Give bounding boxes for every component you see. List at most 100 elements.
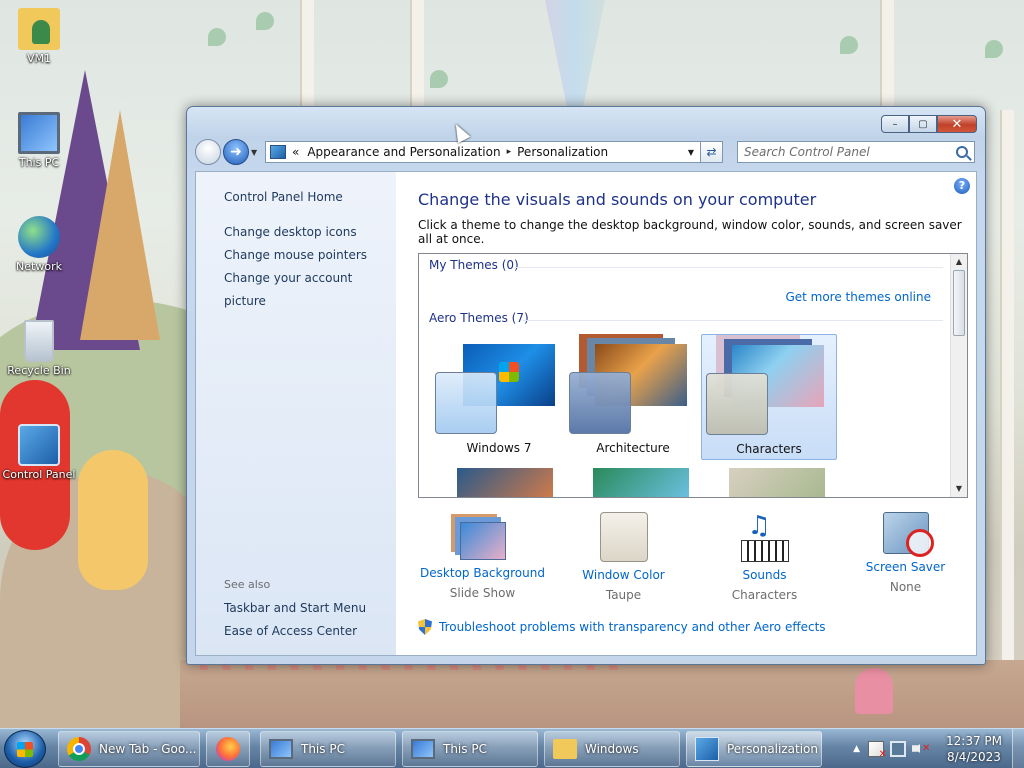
maximize-button[interactable]: ▢ — [909, 115, 937, 133]
wallpaper-mountain — [80, 110, 160, 340]
page-title: Change the visuals and sounds on your co… — [418, 190, 817, 209]
theme-characters[interactable]: Characters — [701, 334, 837, 460]
troubleshoot-link-text[interactable]: Troubleshoot problems with transparency … — [439, 620, 826, 634]
screen-saver-value: None — [889, 580, 922, 594]
taskbar-and-start-menu-link[interactable]: Taskbar and Start Menu — [196, 597, 366, 620]
theme-thumbnail-partial[interactable] — [729, 468, 825, 497]
minimize-button[interactable]: – — [881, 115, 909, 133]
wallpaper-tree — [1000, 110, 1014, 670]
desktop-background-link[interactable]: Desktop Background — [412, 566, 553, 580]
show-hidden-icons-button[interactable]: ▲ — [853, 744, 860, 754]
taskbar-button-personalization[interactable]: Personalization — [686, 730, 822, 767]
forward-button[interactable]: ➜ — [223, 139, 249, 165]
search-icon[interactable] — [956, 146, 968, 158]
help-icon[interactable]: ? — [954, 178, 970, 194]
desktop-icon-recycle-bin[interactable]: Recycle Bin — [1, 320, 77, 377]
desktop-icon-label: VM1 — [26, 52, 51, 65]
task-pane: Control Panel Home Change desktop icons … — [196, 172, 396, 655]
desktop-icon-network[interactable]: Network — [1, 216, 77, 273]
theme-architecture[interactable]: Architecture — [565, 334, 701, 460]
show-desktop-button[interactable] — [1012, 728, 1024, 768]
taskbar-button-windows-folder[interactable]: Windows — [544, 730, 680, 767]
theme-settings-row: Desktop Background Slide Show Window Col… — [412, 511, 976, 602]
start-button[interactable] — [4, 729, 46, 768]
breadcrumb-separator[interactable]: ▸ — [507, 147, 512, 157]
address-dropdown-icon[interactable]: ▼ — [688, 148, 694, 157]
computer-icon — [18, 112, 60, 154]
search-placeholder: Search Control Panel — [744, 145, 870, 159]
group-divider — [523, 320, 943, 321]
aero-themes-group-label: Aero Themes (7) — [429, 311, 529, 325]
recent-pages-dropdown[interactable]: ▼ — [251, 148, 261, 157]
see-also-links: Taskbar and Start Menu Ease of Access Ce… — [196, 597, 366, 643]
window-color-value: Taupe — [605, 588, 642, 602]
theme-color-swatch — [435, 372, 497, 434]
troubleshoot-aero-link[interactable]: Troubleshoot problems with transparency … — [418, 619, 976, 635]
volume-muted-icon[interactable]: ✕ — [912, 740, 931, 757]
wallpaper-leaf — [430, 70, 448, 88]
window-controls: – ▢ ✕ — [881, 115, 977, 133]
network-status-icon[interactable] — [890, 740, 906, 757]
scroll-up-arrow-icon[interactable]: ▲ — [951, 254, 967, 270]
back-button[interactable] — [195, 139, 221, 165]
ease-of-access-center-link[interactable]: Ease of Access Center — [196, 620, 366, 643]
breadcrumb-overflow[interactable]: « — [292, 145, 299, 159]
refresh-button[interactable]: ⇄ — [701, 141, 723, 163]
theme-list-scrollbar[interactable]: ▲ ▼ — [950, 254, 967, 497]
wallpaper-leaf — [840, 36, 858, 54]
breadcrumb-personalization[interactable]: Personalization — [517, 145, 608, 159]
action-center-icon[interactable] — [868, 740, 887, 760]
shield-icon — [418, 619, 432, 635]
my-themes-group-label: My Themes (0) — [429, 258, 519, 272]
breadcrumb-appearance-and-personalization[interactable]: Appearance and Personalization — [307, 145, 500, 159]
change-desktop-icons-link[interactable]: Change desktop icons — [196, 221, 396, 244]
window-color-setting[interactable]: Window Color Taupe — [553, 512, 694, 602]
computer-icon — [269, 738, 293, 759]
get-more-themes-link[interactable]: Get more themes online — [785, 290, 931, 304]
theme-windows-7[interactable]: Windows 7 — [431, 334, 567, 460]
folder-icon — [553, 738, 577, 759]
desktop-icon-this-pc[interactable]: This PC — [1, 112, 77, 169]
control-panel-home-link[interactable]: Control Panel Home — [196, 186, 396, 209]
taskbar-button-this-pc-2[interactable]: This PC — [402, 730, 538, 767]
sounds-setting[interactable]: Sounds Characters — [694, 511, 835, 602]
scrollbar-thumb[interactable] — [953, 270, 965, 336]
screen-saver-setting[interactable]: Screen Saver None — [835, 512, 976, 602]
desktop-background-setting[interactable]: Desktop Background Slide Show — [412, 512, 553, 602]
change-mouse-pointers-link[interactable]: Change mouse pointers — [196, 244, 396, 267]
screen-saver-icon — [882, 512, 934, 557]
theme-list[interactable]: My Themes (0) Get more themes online Aer… — [418, 253, 968, 498]
desktop-icon-vm1[interactable]: VM1 — [1, 8, 77, 65]
scroll-down-arrow-icon[interactable]: ▼ — [951, 481, 967, 497]
taskbar-button-this-pc[interactable]: This PC — [260, 730, 396, 767]
change-account-picture-link[interactable]: Change your account picture — [196, 267, 396, 313]
theme-thumbnail-partial[interactable] — [457, 468, 553, 497]
desktop-icon-label: Control Panel — [2, 468, 76, 481]
clock-time: 12:37 PM — [946, 733, 1002, 748]
desktop-icon-label: Network — [16, 260, 62, 273]
control-panel-icon — [18, 424, 60, 466]
theme-color-swatch — [569, 372, 631, 434]
navigation-bar: ➜ ▼ « Appearance and Personalization ▸ P… — [195, 139, 977, 165]
mute-x-icon: ✕ — [922, 742, 931, 754]
taskbar-button-label: Personalization — [727, 741, 818, 756]
group-divider — [515, 267, 943, 268]
page-subtitle: Click a theme to change the desktop back… — [418, 218, 962, 246]
taskbar-button-firefox[interactable] — [206, 730, 250, 767]
control-panel-icon — [695, 736, 719, 761]
desktop-icon-control-panel[interactable]: Control Panel — [1, 424, 77, 481]
wallpaper-tree — [880, 0, 894, 110]
sounds-link[interactable]: Sounds — [694, 568, 835, 582]
screen-saver-link[interactable]: Screen Saver — [835, 560, 976, 574]
theme-thumbnail-partial[interactable] — [593, 468, 689, 497]
window-color-link[interactable]: Window Color — [553, 568, 694, 582]
close-button[interactable]: ✕ — [937, 115, 977, 133]
taskbar-button-chrome[interactable]: New Tab - Goo... — [58, 730, 200, 767]
address-bar[interactable]: « Appearance and Personalization ▸ Perso… — [265, 141, 701, 163]
personalization-window[interactable]: – ▢ ✕ ➜ ▼ « Appearance and Personalizati… — [186, 106, 986, 665]
see-also-label: See also — [224, 578, 271, 591]
theme-name: Windows 7 — [466, 441, 532, 455]
search-input[interactable]: Search Control Panel — [737, 141, 975, 163]
taskbar-clock[interactable]: 12:37 PM 8/4/2023 — [942, 733, 1006, 765]
refresh-icon: ⇄ — [706, 145, 717, 159]
